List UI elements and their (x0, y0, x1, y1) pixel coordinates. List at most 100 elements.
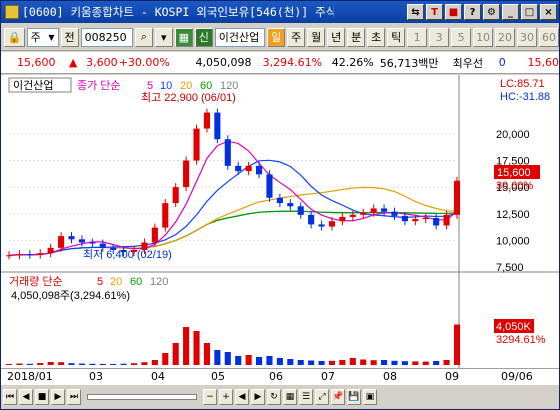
chevron-down-icon[interactable]: ▾ (154, 27, 173, 47)
period-day[interactable]: 일 (267, 27, 286, 47)
stop-icon[interactable]: ■ (35, 389, 49, 405)
maximize-icon[interactable]: □ (521, 4, 538, 20)
print-icon[interactable]: ■ (445, 4, 462, 20)
interval-3[interactable]: 3 (429, 27, 450, 47)
price-chart[interactable]: 20,00017,50015,00012,50010,0007,5007,500… (1, 75, 559, 368)
last-icon[interactable]: ⏭ (67, 389, 81, 405)
interval-10[interactable]: 10 (473, 27, 494, 47)
market-value: 주 (30, 31, 41, 44)
reset-icon[interactable]: ◀ (235, 389, 249, 405)
high-annotation: 최고 22,900 (06/01) (141, 91, 236, 104)
date-tick-label: 08 (383, 370, 397, 383)
list-icon[interactable]: ☰ (299, 389, 313, 405)
zoom-in-icon[interactable]: + (219, 389, 233, 405)
chevron-down-icon: ▼ (48, 32, 55, 42)
volume-bar (412, 361, 419, 365)
vol-pct-tag: 3294.61% (496, 334, 546, 346)
volume-bar (349, 358, 356, 365)
legend-ma-5: 5 (147, 80, 153, 92)
period-week[interactable]: 주 (287, 27, 306, 47)
mode-button[interactable]: 전 (60, 27, 79, 47)
market-select[interactable]: 주 ▼ (26, 27, 59, 47)
app-icon (5, 5, 19, 19)
link-icon[interactable]: ⇆ (407, 4, 424, 20)
period-year[interactable]: 년 (327, 27, 346, 47)
expand-icon[interactable]: ⤢ (315, 389, 329, 405)
legend-ma-20: 20 (180, 80, 192, 92)
volume-bar (162, 353, 169, 365)
trade-amount: 56,713백만 (379, 56, 439, 70)
volume-bar (360, 359, 367, 365)
volume-bar (193, 331, 200, 365)
minimize-icon[interactable]: _ (502, 4, 519, 20)
refresh-icon[interactable]: ↻ (267, 389, 281, 405)
volume-bar (266, 356, 273, 365)
candle (224, 139, 231, 166)
price-tick-label: 10,000 (496, 235, 530, 247)
close-icon[interactable]: × (540, 4, 557, 20)
turnover: 42.26% (331, 56, 374, 69)
lock-icon[interactable]: 🔒 (4, 27, 25, 47)
zoom-out-icon[interactable]: − (203, 389, 217, 405)
period-month[interactable]: 월 (307, 27, 326, 47)
interval-30[interactable]: 30 (517, 27, 537, 47)
interval-20[interactable]: 20 (495, 27, 516, 47)
magnifier-icon[interactable]: ⌕ (134, 27, 153, 47)
volume-bar (381, 360, 388, 365)
period-minute[interactable]: 분 (347, 27, 366, 47)
current-price: 15,600 (17, 56, 56, 69)
candle (26, 254, 33, 256)
volume-bar (120, 363, 127, 365)
first-icon[interactable]: ⏮ (3, 389, 17, 405)
volume-bar (16, 363, 23, 365)
help-icon[interactable]: ? (464, 4, 481, 20)
save-icon[interactable]: 💾 (347, 389, 361, 405)
quote-tag: 최우선 (452, 56, 484, 70)
interval-5[interactable]: 5 (451, 27, 472, 47)
pin-icon[interactable]: 📌 (331, 389, 345, 405)
volume-bar (214, 350, 221, 365)
period-tick[interactable]: 틱 (387, 27, 406, 47)
volume-bar (37, 363, 44, 365)
price-tag: 15,600 (497, 167, 531, 179)
zoom-slider[interactable] (87, 394, 197, 400)
window-title: [0600] 키움종합차트 - KOSPI 외국인보유[546(천)] 주식수[… (22, 5, 334, 19)
chart-type-icon[interactable]: ▦ (174, 27, 193, 47)
next-icon[interactable]: ▶ (51, 389, 65, 405)
legend-name: 이건산업 (13, 79, 53, 92)
forward-icon[interactable]: ▶ (251, 389, 265, 405)
vol-ma-120: 120 (150, 276, 168, 288)
code-input[interactable]: 008250 (80, 27, 133, 47)
interval-1[interactable]: 1 (407, 27, 428, 47)
candle (58, 236, 65, 248)
period-second[interactable]: 초 (367, 27, 386, 47)
volume-bar (110, 364, 117, 365)
interval-60[interactable]: 60 (538, 27, 559, 47)
chart-area[interactable]: 20,00017,50015,00012,50010,0007,5007,500… (1, 75, 559, 368)
volume-bar (89, 363, 96, 365)
volume-bar (235, 356, 242, 365)
candle (203, 112, 211, 129)
volume-bar (339, 360, 346, 365)
toolbar: 🔒 주 ▼ 전 008250 ⌕ ▾ ▦ 신 이건산업 일 주 월 년 분 초 틱… (1, 24, 559, 51)
quote-bar: 15,600 ▲ 3,600 +30.00% 4,050,098 3,294.6… (1, 52, 559, 74)
lc-label: LC:85.71 (500, 78, 545, 90)
toggle-icon[interactable]: T (426, 4, 443, 20)
screenshot-icon[interactable]: ▣ (363, 389, 377, 405)
settings-icon[interactable]: ⚙ (483, 4, 500, 20)
candle (37, 253, 44, 255)
volume-bar (47, 362, 54, 365)
candle (318, 224, 325, 227)
volume-bar (172, 343, 179, 365)
new-icon[interactable]: 신 (194, 27, 213, 47)
title-buttons: ⇆ T ■ ? ⚙ _ □ × (407, 4, 557, 20)
volume-percent: 3,294.61% (262, 56, 323, 69)
legend-ma-10: 10 (160, 80, 172, 92)
vol-ma-5: 5 (97, 276, 103, 288)
candle (370, 208, 377, 213)
prev-icon[interactable]: ◀ (19, 389, 33, 405)
candle (172, 187, 179, 204)
hc-label: HC:-31.88 (500, 91, 550, 103)
volume-value: 4,050,098 (195, 56, 252, 69)
grid-icon[interactable]: ▦ (283, 389, 297, 405)
